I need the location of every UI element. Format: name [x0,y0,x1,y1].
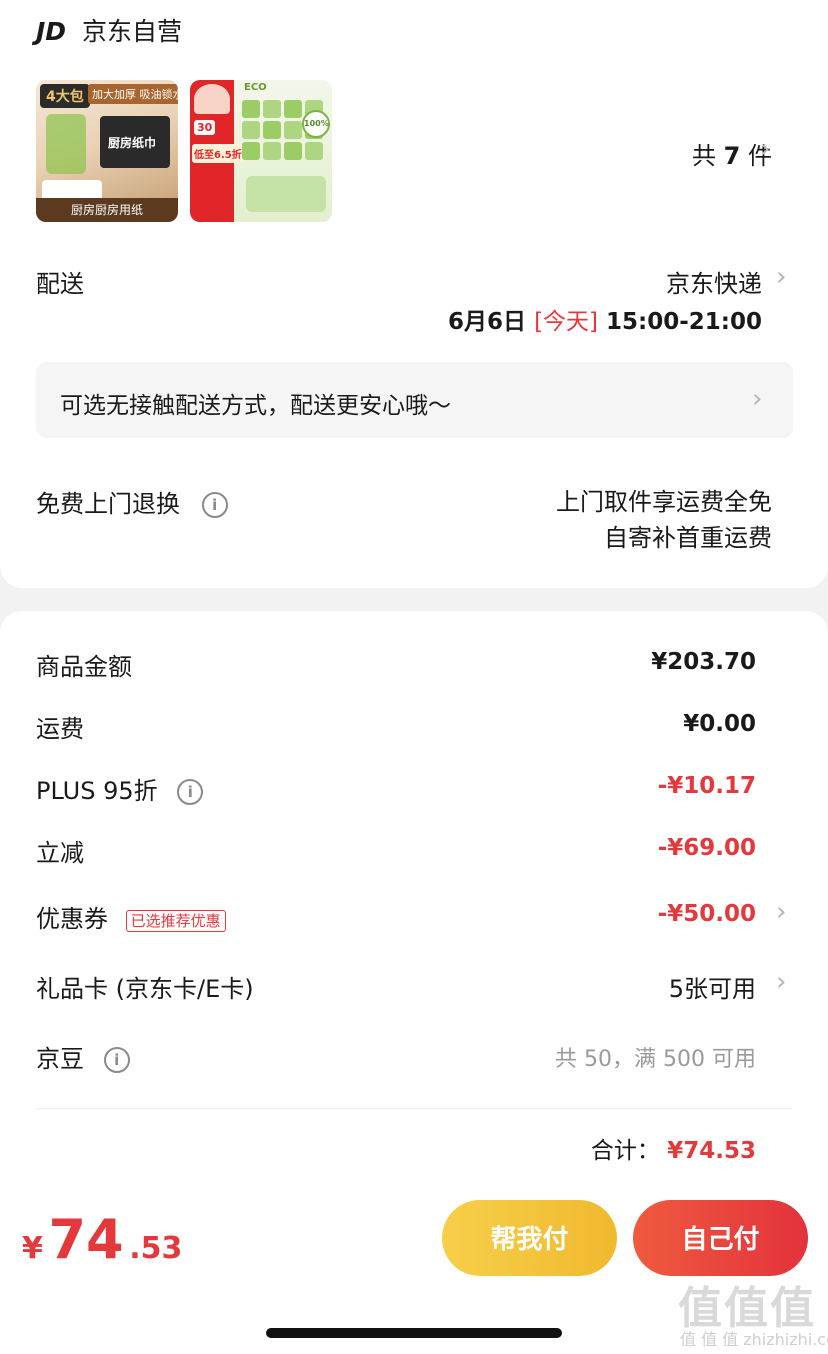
contactless-text: 可选无接触配送方式，配送更安心哦～ [60,393,451,419]
total-label: 合计： [590,1138,660,1164]
product-thumb-2[interactable]: 30 低至6.5折 100% ECO [190,80,332,222]
goods-amount-value: ¥203.70 [651,649,756,675]
free-return-label: 免费上门退换 [36,490,180,518]
coupon-row[interactable]: 优惠券 已选推荐优惠 [36,899,226,934]
instant-discount-value: -¥69.00 [657,835,756,861]
divider [36,1108,792,1109]
item-count-chevron-icon[interactable]: › [760,134,770,164]
delivery-date: 6月6日 [448,309,527,335]
home-indicator[interactable] [266,1328,562,1338]
contactless-delivery-banner[interactable]: 可选无接触配送方式，配送更安心哦～ › [36,362,793,438]
shipping-value: ¥0.00 [683,711,756,737]
delivery-chevron-icon[interactable]: › [776,262,786,292]
delivery-time[interactable]: 6月6日 [今天] 15:00-21:00 [448,302,762,336]
info-icon[interactable]: i [103,1047,130,1073]
plus-discount: PLUS 95折 i [36,771,204,806]
pay-price-int: 74 [48,1208,124,1271]
giftcard-label[interactable]: 礼品卡 (京东卡/E卡) [36,969,254,1004]
info-icon[interactable]: i [201,492,228,518]
coupon-value[interactable]: -¥50.00 [658,901,756,927]
contactless-chevron-icon[interactable]: › [752,384,762,414]
thumb2-promo: 低至6.5折 [192,144,244,163]
thumb1-vegetable [46,114,86,174]
thumb1-bottom-banner: 厨房厨房用纸 [36,198,178,222]
order-card: JD 京东自营 4大包 加大加厚 吸油锁水 厨房纸巾 厨房厨房用纸 30 低至6… [0,0,828,588]
store-name: 京东自营 [82,17,183,46]
thumb2-badge: 100% [302,110,330,138]
pay-price: ¥ 74 .53 [22,1208,182,1271]
plus-discount-value: -¥10.17 [657,773,756,799]
thumb2-title: ECO [244,82,267,93]
giftcard-chevron-icon[interactable]: › [776,967,786,997]
watermark-text: 值 值 值 zhizhizhi.com [680,1330,828,1349]
coupon-label: 优惠券 [36,905,108,933]
delivery-today: [今天] [534,309,599,335]
store-header: JD 京东自营 [36,12,182,48]
delivery-method[interactable]: 京东快递 [666,264,762,299]
plus-discount-label: PLUS 95折 [36,777,158,805]
price-summary-card: 商品金额 ¥203.70 运费 ¥0.00 PLUS 95折 i -¥10.17… [0,611,828,1211]
jingdou-value: 共 50，满 500 可用 [555,1047,756,1072]
self-pay-button[interactable]: 自己付 [633,1200,808,1276]
delivery-window: 15:00-21:00 [606,309,762,335]
return-line-2: 自寄补首重运费 [604,524,772,552]
coupon-chevron-icon[interactable]: › [776,897,786,927]
giftcard-value[interactable]: 5张可用 [669,969,756,1004]
thumb2-model [194,84,230,114]
item-count-prefix: 共 [692,142,717,170]
thumb2-note: 30 [194,120,216,135]
goods-amount-label: 商品金额 [36,653,132,681]
free-return: 免费上门退换 i [36,484,228,519]
thumb1-badge: 4大包 [40,84,90,108]
thumb2-package [246,176,326,212]
jd-logo: JD [36,17,67,46]
jingdou-label: 京豆 [36,1045,84,1073]
return-line-1: 上门取件享运费全免 [556,488,772,516]
item-count-number: 7 [723,142,741,170]
help-pay-button[interactable]: 帮我付 [442,1200,617,1276]
instant-discount-label: 立减 [36,839,84,867]
shipping-label: 运费 [36,715,84,743]
pay-price-dec: .53 [129,1231,183,1266]
thumb1-banner: 加大加厚 吸油锁水 [88,84,178,104]
info-icon[interactable]: i [177,779,204,805]
total: 合计： ¥74.53 [591,1131,756,1165]
pay-currency: ¥ [22,1231,43,1266]
thumb1-tag: 厨房纸巾 [108,136,157,150]
delivery-label: 配送 [36,270,84,298]
coupon-tag: 已选推荐优惠 [125,909,226,932]
jingdou-row: 京豆 i [36,1039,130,1074]
product-thumb-1[interactable]: 4大包 加大加厚 吸油锁水 厨房纸巾 厨房厨房用纸 [36,80,178,222]
total-value: ¥74.53 [667,1138,756,1164]
